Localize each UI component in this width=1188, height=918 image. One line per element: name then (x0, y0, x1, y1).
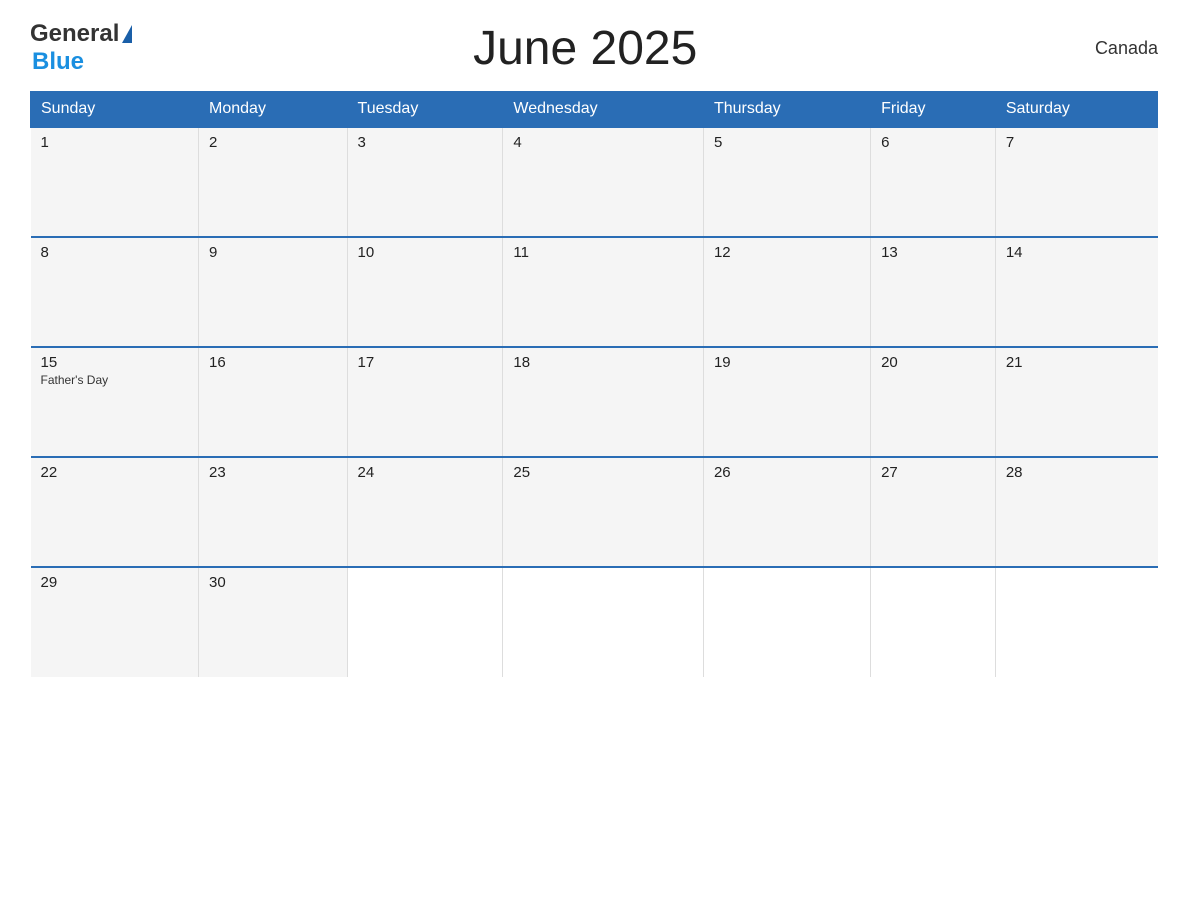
calendar-cell: 2 (199, 127, 348, 237)
day-number: 28 (1006, 464, 1148, 481)
calendar-table: Sunday Monday Tuesday Wednesday Thursday… (30, 91, 1158, 677)
day-number: 1 (41, 134, 189, 151)
header-thursday: Thursday (703, 92, 870, 128)
header-wednesday: Wednesday (503, 92, 704, 128)
calendar-cell: 24 (347, 457, 503, 567)
calendar-week-row: 29 30 (31, 567, 1158, 677)
day-number: 23 (209, 464, 337, 481)
page-title: June 2025 (473, 21, 697, 76)
calendar-week-row: 1 2 3 4 5 6 7 (31, 127, 1158, 237)
calendar-cell: 18 (503, 347, 704, 457)
calendar-cell (871, 567, 996, 677)
calendar-cell: 10 (347, 237, 503, 347)
calendar-cell: 12 (703, 237, 870, 347)
calendar-cell: 5 (703, 127, 870, 237)
holiday-label: Father's Day (41, 373, 189, 387)
day-number: 29 (41, 574, 189, 591)
country-label: Canada (1038, 38, 1158, 59)
header-tuesday: Tuesday (347, 92, 503, 128)
calendar-cell: 28 (995, 457, 1157, 567)
calendar-cell: 1 (31, 127, 199, 237)
calendar-week-row: 22 23 24 25 26 27 28 (31, 457, 1158, 567)
day-number: 15 (41, 354, 189, 371)
day-number: 22 (41, 464, 189, 481)
calendar-cell (995, 567, 1157, 677)
logo-general-text: General (30, 20, 119, 48)
calendar-cell: 23 (199, 457, 348, 567)
calendar-cell: 13 (871, 237, 996, 347)
day-number: 5 (714, 134, 860, 151)
header-monday: Monday (199, 92, 348, 128)
calendar-header: Sunday Monday Tuesday Wednesday Thursday… (31, 92, 1158, 128)
day-number: 30 (209, 574, 337, 591)
calendar-week-row: 8 9 10 11 12 13 14 (31, 237, 1158, 347)
calendar-cell: 17 (347, 347, 503, 457)
calendar-cell: 20 (871, 347, 996, 457)
day-number: 11 (513, 244, 693, 261)
calendar-cell: 19 (703, 347, 870, 457)
day-number: 18 (513, 354, 693, 371)
calendar-cell: 3 (347, 127, 503, 237)
day-number: 3 (358, 134, 493, 151)
calendar-cell: 16 (199, 347, 348, 457)
day-number: 25 (513, 464, 693, 481)
day-number: 27 (881, 464, 985, 481)
calendar-cell (347, 567, 503, 677)
day-number: 8 (41, 244, 189, 261)
calendar-cell: 15 Father's Day (31, 347, 199, 457)
day-number: 6 (881, 134, 985, 151)
calendar-week-row: 15 Father's Day 16 17 18 19 20 21 (31, 347, 1158, 457)
day-number: 24 (358, 464, 493, 481)
logo-triangle-icon (122, 25, 132, 43)
day-number: 4 (513, 134, 693, 151)
calendar-cell: 27 (871, 457, 996, 567)
page-header: General Blue June 2025 Canada (30, 20, 1158, 76)
day-number: 2 (209, 134, 337, 151)
calendar-cell: 9 (199, 237, 348, 347)
calendar-cell: 8 (31, 237, 199, 347)
calendar-cell: 22 (31, 457, 199, 567)
calendar-cell: 26 (703, 457, 870, 567)
day-number: 20 (881, 354, 985, 371)
calendar-cell (503, 567, 704, 677)
day-number: 17 (358, 354, 493, 371)
day-number: 10 (358, 244, 493, 261)
day-number: 9 (209, 244, 337, 261)
day-number: 26 (714, 464, 860, 481)
calendar-cell: 25 (503, 457, 704, 567)
day-number: 14 (1006, 244, 1148, 261)
calendar-cell: 29 (31, 567, 199, 677)
calendar-cell: 4 (503, 127, 704, 237)
calendar-cell: 30 (199, 567, 348, 677)
day-number: 19 (714, 354, 860, 371)
calendar-cell: 6 (871, 127, 996, 237)
day-number: 13 (881, 244, 985, 261)
calendar-cell (703, 567, 870, 677)
logo-blue-text: Blue (32, 48, 84, 75)
calendar-cell: 21 (995, 347, 1157, 457)
header-friday: Friday (871, 92, 996, 128)
day-number: 16 (209, 354, 337, 371)
header-saturday: Saturday (995, 92, 1157, 128)
logo: General Blue (30, 20, 132, 76)
day-number: 12 (714, 244, 860, 261)
calendar-body: 123456789101112131415Father's Day1617181… (31, 127, 1158, 677)
header-sunday: Sunday (31, 92, 199, 128)
day-number: 7 (1006, 134, 1148, 151)
calendar-cell: 14 (995, 237, 1157, 347)
calendar-cell: 11 (503, 237, 704, 347)
weekday-header-row: Sunday Monday Tuesday Wednesday Thursday… (31, 92, 1158, 128)
day-number: 21 (1006, 354, 1148, 371)
calendar-cell: 7 (995, 127, 1157, 237)
